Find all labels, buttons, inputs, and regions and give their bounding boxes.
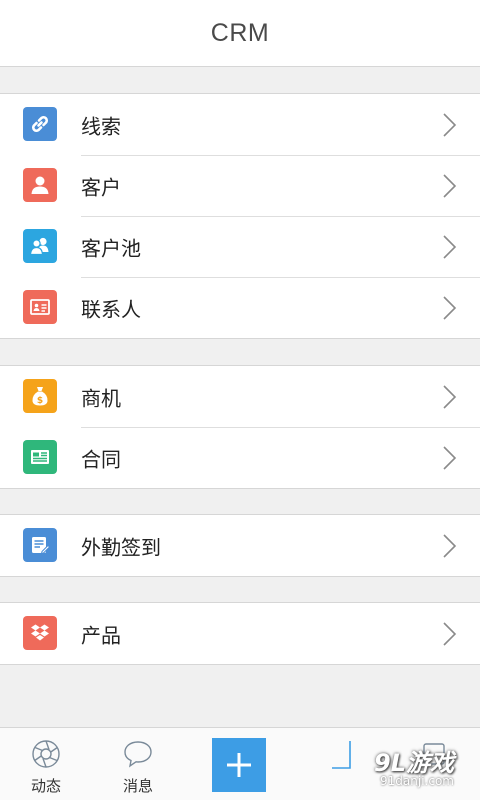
chevron-right-icon xyxy=(442,295,458,321)
site-watermark: 9L游戏 91danji.com xyxy=(314,739,472,795)
menu-group-3: 外勤签到 xyxy=(0,514,480,577)
tab-messages[interactable]: 消息 xyxy=(98,728,178,800)
aperture-icon xyxy=(30,738,62,770)
title-bar: CRM xyxy=(0,0,480,67)
menu-item-label: 产品 xyxy=(81,623,121,647)
page-title: CRM xyxy=(210,18,270,47)
menu-item-label: 线索 xyxy=(81,114,121,138)
menu-item-opportunities[interactable]: $ 商机 xyxy=(0,366,480,427)
link-icon xyxy=(23,107,57,141)
svg-text:$: $ xyxy=(37,396,43,406)
tab-label: 动态 xyxy=(30,777,61,795)
menu-item-label: 商机 xyxy=(81,386,121,410)
chevron-right-icon xyxy=(442,445,458,471)
contract-icon xyxy=(23,440,57,474)
menu-item-customers[interactable]: 客户 xyxy=(0,155,480,216)
menu-item-contracts[interactable]: 合同 xyxy=(0,427,480,488)
watermark-logo: 9L游戏 xyxy=(374,749,454,777)
tab-label: 消息 xyxy=(122,777,153,795)
plus-icon xyxy=(227,753,251,777)
add-button[interactable] xyxy=(212,738,266,792)
chevron-right-icon xyxy=(442,234,458,260)
person-icon xyxy=(23,168,57,202)
menu-item-label: 合同 xyxy=(81,447,121,471)
contact-card-icon xyxy=(23,290,57,324)
menu-item-field-checkin[interactable]: 外勤签到 xyxy=(0,515,480,576)
chevron-right-icon xyxy=(442,112,458,138)
menu-item-customer-pool[interactable]: 客户池 xyxy=(0,216,480,277)
chevron-right-icon xyxy=(442,621,458,647)
tab-feed[interactable]: 动态 xyxy=(6,728,86,800)
menu-group-2: $ 商机 合同 xyxy=(0,365,480,489)
watermark-url: 91danji.com xyxy=(380,774,454,788)
menu-group-4: 产品 xyxy=(0,602,480,665)
menu-item-label: 客户池 xyxy=(81,236,141,260)
menu-item-leads[interactable]: 线索 xyxy=(0,94,480,155)
chevron-right-icon xyxy=(442,173,458,199)
menu-item-label: 联系人 xyxy=(81,297,141,321)
money-bag-icon: $ xyxy=(23,379,57,413)
menu-item-contacts[interactable]: 联系人 xyxy=(0,277,480,338)
menu-item-products[interactable]: 产品 xyxy=(0,603,480,664)
people-icon xyxy=(23,229,57,263)
chat-bubble-icon xyxy=(122,738,154,770)
dropbox-icon xyxy=(23,616,57,650)
menu-group-1: 线索 客户 客户池 联系人 xyxy=(0,93,480,339)
menu-item-label: 客户 xyxy=(81,175,121,199)
checkin-note-icon xyxy=(23,528,57,562)
bottom-tab-bar: 动态 消息 9L游戏 91danji.com xyxy=(0,727,480,800)
chevron-right-icon xyxy=(442,384,458,410)
chevron-right-icon xyxy=(442,533,458,559)
menu-item-label: 外勤签到 xyxy=(81,535,161,559)
